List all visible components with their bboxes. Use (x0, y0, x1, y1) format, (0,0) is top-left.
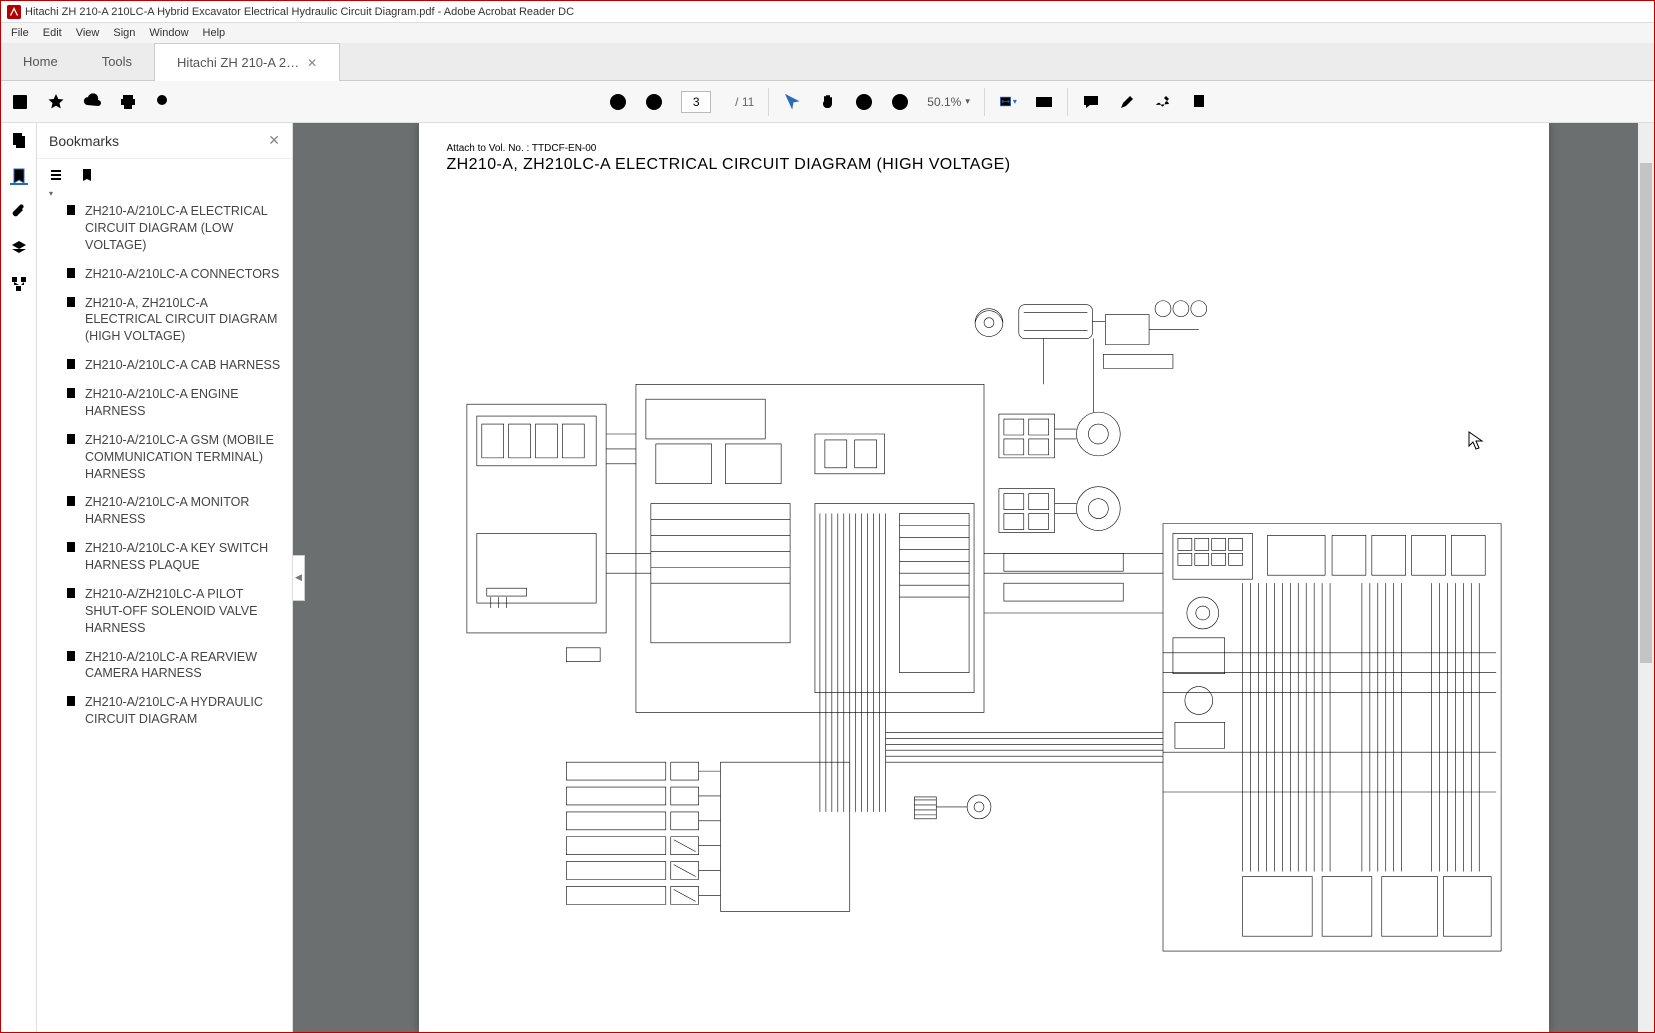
tab-home[interactable]: Home (1, 42, 80, 80)
bookmark-item[interactable]: ZH210-A/210LC-A REARVIEW CAMERA HARNESS (37, 643, 292, 689)
scrollbar-thumb[interactable] (1640, 163, 1652, 663)
menu-help[interactable]: Help (197, 25, 232, 41)
stamp-icon[interactable] (1190, 93, 1208, 111)
titlebar: Hitachi ZH 210-A 210LC-A Hybrid Excavato… (1, 1, 1654, 23)
bookmark-item[interactable]: ZH210-A/210LC-A ELECTRICAL CIRCUIT DIAGR… (37, 197, 292, 260)
acrobat-icon (7, 5, 21, 19)
search-icon[interactable] (155, 93, 173, 111)
model-tree-icon[interactable] (10, 275, 28, 293)
bookmark-item[interactable]: ZH210-A/210LC-A ENGINE HARNESS (37, 380, 292, 426)
bookmark-item[interactable]: ZH210-A/210LC-A CONNECTORS (37, 260, 292, 289)
bookmarks-panel: Bookmarks ✕ ▾ ZH210-A/210LC-A ELECTRICAL… (37, 123, 293, 1032)
highlight-icon[interactable] (1118, 93, 1136, 111)
tab-document[interactable]: Hitachi ZH 210-A 2… ✕ (154, 43, 340, 81)
print-icon[interactable] (119, 93, 137, 111)
bookmark-item[interactable]: ZH210-A, ZH210LC-A ELECTRICAL CIRCUIT DI… (37, 289, 292, 352)
attachments-icon[interactable] (10, 203, 28, 221)
star-icon[interactable] (47, 93, 65, 111)
window-title: Hitachi ZH 210-A 210LC-A Hybrid Excavato… (25, 6, 574, 18)
mouse-cursor-icon (1468, 431, 1484, 451)
close-panel-icon[interactable]: ✕ (268, 132, 280, 149)
menubar: File Edit View Sign Window Help (1, 23, 1654, 43)
zoom-in-icon[interactable] (891, 93, 909, 111)
circuit-diagram (447, 214, 1521, 1012)
tab-tools[interactable]: Tools (80, 42, 154, 80)
menu-window[interactable]: Window (143, 25, 194, 41)
page-title: ZH210-A, ZH210LC-A ELECTRICAL CIRCUIT DI… (447, 156, 1521, 174)
page-number-input[interactable] (681, 91, 711, 113)
save-icon[interactable] (11, 93, 29, 111)
collapse-panel-handle[interactable]: ◀ (293, 555, 305, 601)
bookmark-item[interactable]: ZH210-A/210LC-A HYDRAULIC CIRCUIT DIAGRA… (37, 688, 292, 734)
vertical-scrollbar[interactable] (1638, 123, 1654, 1032)
bookmarks-list: ZH210-A/210LC-A ELECTRICAL CIRCUIT DIAGR… (37, 191, 292, 1032)
upload-cloud-icon[interactable] (83, 93, 101, 111)
menu-view[interactable]: View (70, 25, 106, 41)
navigation-rail (1, 123, 37, 1032)
document-tabs: Home Tools Hitachi ZH 210-A 2… ✕ (1, 43, 1654, 81)
document-area[interactable]: ◀ Attach to Vol. No. : TTDCF-EN-00 ZH210… (293, 123, 1654, 1032)
thumbnails-icon[interactable] (10, 131, 28, 149)
bookmark-item[interactable]: ZH210-A/ZH210LC-A PILOT SHUT-OFF SOLENOI… (37, 580, 292, 643)
comment-icon[interactable] (1082, 93, 1100, 111)
bookmarks-icon[interactable] (10, 167, 28, 185)
menu-edit[interactable]: Edit (37, 25, 68, 41)
page-up-icon[interactable] (609, 93, 627, 111)
new-bookmark-icon[interactable] (79, 167, 95, 183)
zoom-level[interactable]: 50.1%▾ (927, 95, 970, 109)
close-tab-icon[interactable]: ✕ (307, 56, 317, 70)
sign-icon[interactable] (1154, 93, 1172, 111)
toolbar: / 11 50.1%▾ ▾ (1, 81, 1654, 123)
panel-title: Bookmarks (49, 133, 119, 149)
hand-tool-icon[interactable] (819, 93, 837, 111)
selection-tool-icon[interactable] (783, 93, 801, 111)
bookmark-item[interactable]: ZH210-A/210LC-A KEY SWITCH HARNESS PLAQU… (37, 534, 292, 580)
menu-file[interactable]: File (5, 25, 35, 41)
bookmark-item[interactable]: ZH210-A/210LC-A MONITOR HARNESS (37, 488, 292, 534)
menu-sign[interactable]: Sign (107, 25, 141, 41)
fit-width-icon[interactable]: ▾ (999, 93, 1017, 111)
page-total-label: / 11 (735, 95, 754, 109)
page-down-icon[interactable] (645, 93, 663, 111)
bookmark-item[interactable]: ZH210-A/210LC-A GSM (MOBILE COMMUNICATIO… (37, 426, 292, 489)
read-mode-icon[interactable] (1035, 93, 1053, 111)
panel-options-icon[interactable]: ▾ (49, 167, 65, 183)
bookmark-item[interactable]: ZH210-A/210LC-A CAB HARNESS (37, 351, 292, 380)
zoom-out-icon[interactable] (855, 93, 873, 111)
page-attach-label: Attach to Vol. No. : TTDCF-EN-00 (447, 143, 1521, 154)
layers-icon[interactable] (10, 239, 28, 257)
pdf-page: Attach to Vol. No. : TTDCF-EN-00 ZH210-A… (419, 123, 1549, 1032)
